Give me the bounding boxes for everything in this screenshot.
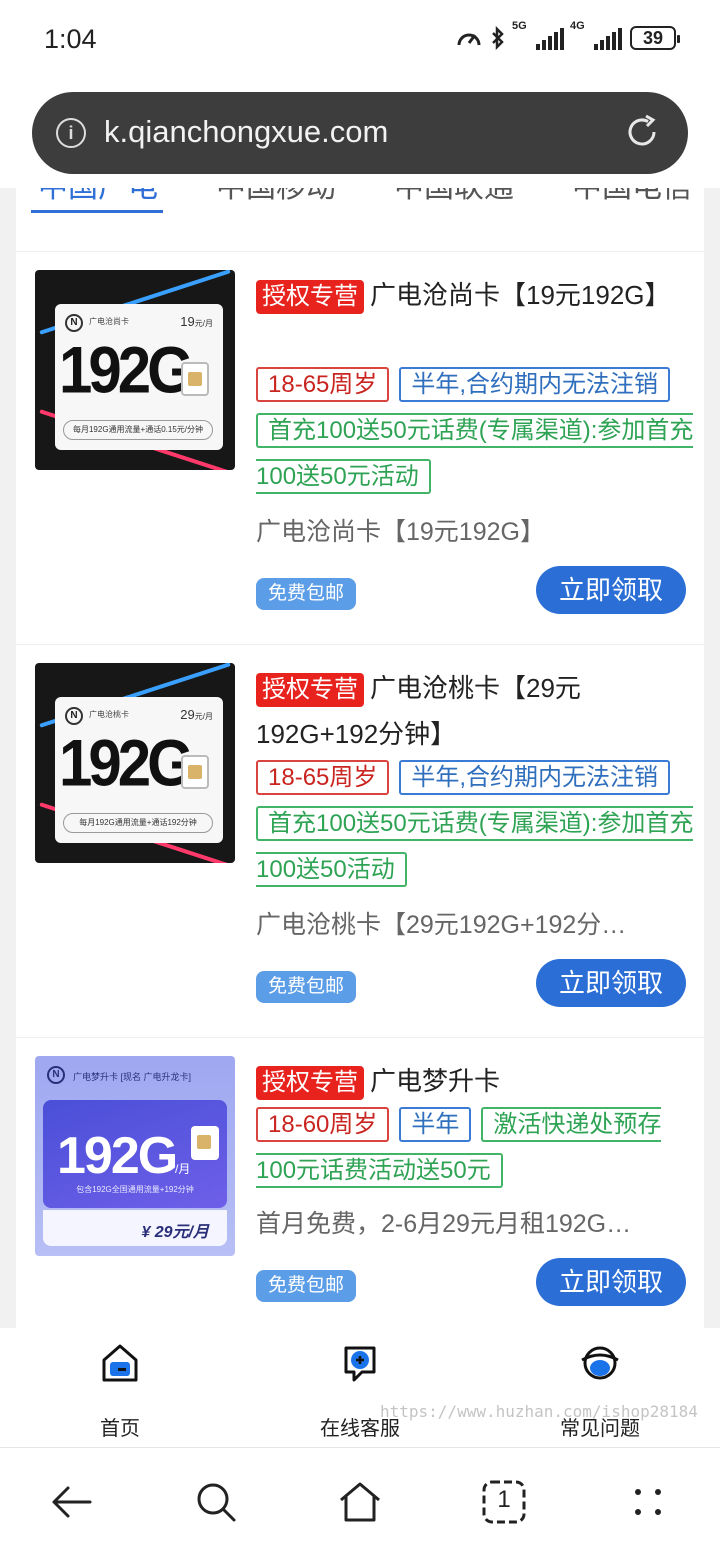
product-tags: 18-65周岁 半年,合约期内无法注销首充100送50元话费(专属渠道):参加首充… bbox=[256, 755, 696, 893]
url-text[interactable]: k.qianchongxue.com bbox=[104, 114, 388, 150]
active-tab-indicator bbox=[31, 210, 163, 213]
nav-customer-service[interactable]: 在线客服 bbox=[240, 1328, 480, 1448]
product-tags: 18-65周岁 半年,合约期内无法注销首充100送50元话费(专属渠道):参加首充… bbox=[256, 362, 696, 500]
browser-toolbar: 1 bbox=[0, 1448, 720, 1560]
authorized-badge: 授权专营 bbox=[256, 1066, 364, 1100]
contract-tag: 半年,合约期内无法注销 bbox=[399, 367, 671, 402]
home-icon[interactable] bbox=[336, 1478, 384, 1526]
tabs-button[interactable]: 1 bbox=[480, 1478, 528, 1526]
speed-icon bbox=[457, 33, 481, 46]
product-card[interactable]: N 广电沧桃卡 29元/月 192G 每月192G通用流量+通话192分钟 授权… bbox=[16, 645, 704, 1038]
site-info-icon[interactable]: i bbox=[56, 118, 86, 148]
tab-guangdian[interactable]: 中国广电 bbox=[38, 188, 158, 206]
product-title[interactable]: 授权专营 广电沧桃卡【29元192G+192分钟】 bbox=[256, 665, 686, 757]
product-title[interactable]: 授权专营 广电梦升卡 bbox=[256, 1058, 686, 1104]
product-title[interactable]: 授权专营 广电沧尚卡【19元192G】 bbox=[256, 272, 686, 318]
claim-button[interactable]: 立即领取 bbox=[536, 1258, 686, 1306]
address-bar-container: i k.qianchongxue.com bbox=[0, 84, 720, 188]
product-desc: 广电沧桃卡【29元192G+192分… bbox=[256, 911, 627, 939]
battery-icon: 39 bbox=[630, 26, 680, 50]
product-list: 中国广电 中国移动 中国联通 中国电信 N 广电沧尚卡 19元/月 192G 每… bbox=[16, 188, 704, 1328]
product-card[interactable]: N 广电沧尚卡 19元/月 192G 每月192G通用流量+通话0.15元/分钟… bbox=[16, 252, 704, 645]
free-shipping-badge: 免费包邮 bbox=[256, 578, 356, 610]
age-tag: 18-65周岁 bbox=[256, 367, 390, 402]
contract-tag: 半年 bbox=[399, 1107, 472, 1142]
site-bottom-nav: 首页 在线客服 常见问题 bbox=[0, 1328, 720, 1448]
status-time: 1:04 bbox=[44, 24, 97, 54]
authorized-badge: 授权专营 bbox=[256, 673, 364, 707]
product-image[interactable]: N 广电沧桃卡 29元/月 192G 每月192G通用流量+通话192分钟 bbox=[35, 663, 235, 863]
product-desc: 广电沧尚卡【19元192G】 bbox=[256, 518, 545, 546]
more-icon[interactable] bbox=[624, 1478, 672, 1526]
free-shipping-badge: 免费包邮 bbox=[256, 1270, 356, 1302]
contract-tag: 半年,合约期内无法注销 bbox=[399, 760, 671, 795]
age-tag: 18-65周岁 bbox=[256, 760, 390, 795]
claim-button[interactable]: 立即领取 bbox=[536, 566, 686, 614]
signal-4g-icon: 4G bbox=[570, 20, 622, 50]
address-bar[interactable]: i k.qianchongxue.com bbox=[32, 92, 688, 174]
search-icon[interactable] bbox=[192, 1478, 240, 1526]
tab-liantong[interactable]: 中国联通 bbox=[394, 188, 514, 206]
back-icon[interactable] bbox=[48, 1478, 96, 1526]
promo-tag: 首充100送50元话费(专属渠道):参加首充100送50元活动 bbox=[256, 413, 694, 494]
nav-home[interactable]: 首页 bbox=[0, 1328, 240, 1448]
tabs-count: 1 bbox=[497, 1486, 511, 1513]
status-bar: 1:04 5G 4G 39 bbox=[0, 0, 720, 84]
tab-dianxin[interactable]: 中国电信 bbox=[572, 188, 692, 206]
carrier-tabs: 中国广电 中国移动 中国联通 中国电信 bbox=[16, 188, 704, 252]
signal-5g-icon: 5G bbox=[512, 20, 564, 50]
nav-faq[interactable]: 常见问题 bbox=[480, 1328, 720, 1448]
product-image[interactable]: N 广电沧尚卡 19元/月 192G 每月192G通用流量+通话0.15元/分钟 bbox=[35, 270, 235, 470]
home-icon bbox=[102, 1344, 138, 1382]
product-desc: 首月免费，2-6月29元月租192G… bbox=[256, 1210, 632, 1238]
watermark: https://www.huzhan.com/ishop28184 bbox=[380, 1402, 698, 1421]
authorized-badge: 授权专营 bbox=[256, 280, 364, 314]
status-icons: 5G 4G 39 bbox=[456, 20, 680, 50]
product-card[interactable]: N 广电梦升卡 [现名 广电升龙卡] 192G /月 包含192G全国通用流量+… bbox=[16, 1038, 704, 1328]
tab-yidong[interactable]: 中国移动 bbox=[216, 188, 336, 206]
product-image[interactable]: N 广电梦升卡 [现名 广电升龙卡] 192G /月 包含192G全国通用流量+… bbox=[35, 1056, 235, 1256]
claim-button[interactable]: 立即领取 bbox=[536, 959, 686, 1007]
free-shipping-badge: 免费包邮 bbox=[256, 971, 356, 1003]
bluetooth-icon bbox=[492, 26, 504, 50]
faq-icon bbox=[581, 1346, 619, 1380]
promo-tag: 首充100送50元话费(专属渠道):参加首充100送50活动 bbox=[256, 806, 694, 887]
chat-icon bbox=[344, 1346, 376, 1382]
age-tag: 18-60周岁 bbox=[256, 1107, 390, 1142]
refresh-icon[interactable] bbox=[622, 112, 662, 152]
product-tags: 18-60周岁 半年 激活快递处预存100元话费活动送50元 bbox=[256, 1102, 696, 1194]
